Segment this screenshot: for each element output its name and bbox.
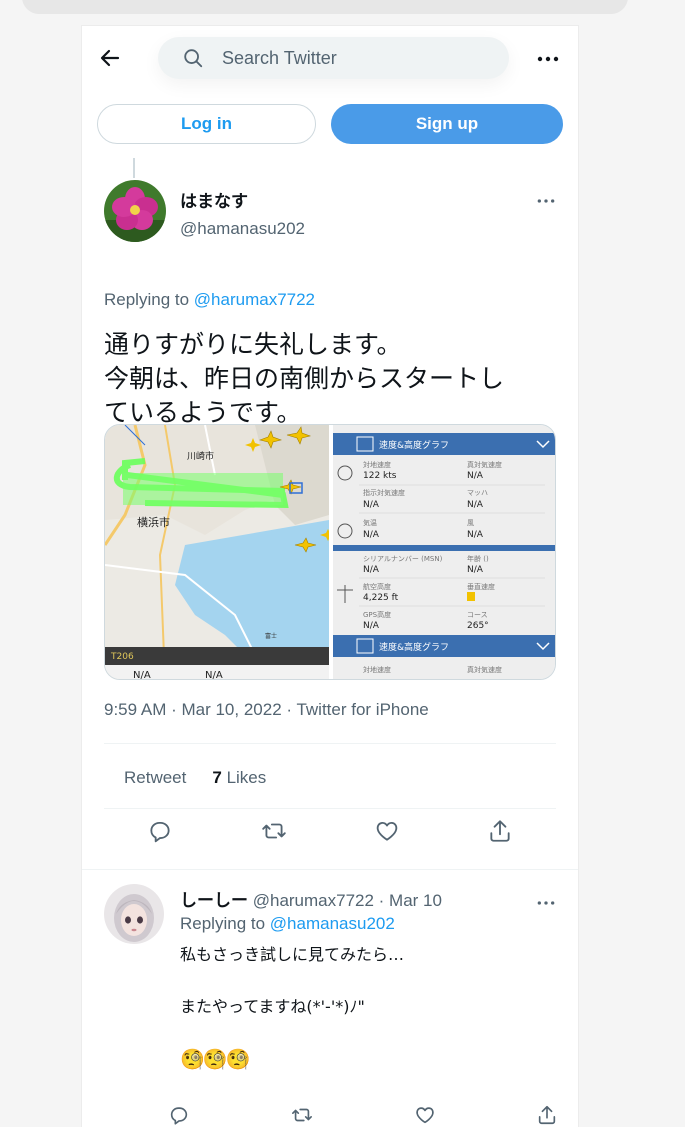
author-info[interactable]: はまなす @hamanasu202 <box>180 187 305 239</box>
map-na-1: N/A <box>133 670 151 680</box>
map-label-fuji: 富士 <box>265 632 277 640</box>
reply-text-body: 私もさっき試しに見てみたら… またやってますね(*'-'*)ﾉ" <box>180 945 405 1016</box>
heart-icon[interactable] <box>374 818 400 844</box>
top-nav <box>82 26 578 92</box>
share-icon[interactable] <box>536 1104 558 1126</box>
panel-value: N/A <box>363 565 380 575</box>
tweet-media[interactable]: 川崎市 横浜市 富士 T206 N/A N/A 速度&高度グラフ 対地速度 真対… <box>104 424 556 680</box>
replying-prefix: Replying to <box>180 914 266 933</box>
media-image: 川崎市 横浜市 富士 T206 N/A N/A 速度&高度グラフ 対地速度 真対… <box>105 425 555 680</box>
replying-prefix: Replying to <box>104 290 190 309</box>
panel-value: N/A <box>363 621 380 631</box>
panel-label: 航空高度 <box>363 582 391 591</box>
panel-section-title-2: 速度&高度グラフ <box>379 641 449 653</box>
author-name[interactable]: はまなす <box>180 187 305 212</box>
panel-value: 122 kts <box>363 471 397 481</box>
map-na-2: N/A <box>205 670 223 680</box>
replying-to-link[interactable]: @harumax7722 <box>194 290 315 309</box>
search-icon <box>184 49 203 68</box>
replying-to: Replying to @harumax7722 <box>104 290 315 310</box>
panel-label: マッハ <box>467 489 488 497</box>
panel-value: N/A <box>363 500 380 510</box>
panel-value: 4,225 ft <box>363 593 399 603</box>
search-box[interactable] <box>158 37 509 79</box>
reply-tweet[interactable]: しーしー @harumax7722 · Mar 10 Replying to @… <box>104 884 556 1125</box>
auth-buttons: Log in Sign up <box>97 104 563 144</box>
likes-count: 7 <box>212 768 222 787</box>
heart-icon[interactable] <box>414 1104 436 1126</box>
panel-value: N/A <box>467 530 484 540</box>
retweet-icon[interactable] <box>290 1104 314 1126</box>
reply-author-name[interactable]: しーしー <box>180 891 248 910</box>
panel-label: コース <box>467 611 488 619</box>
panel-label: 対地速度 <box>363 460 391 469</box>
divider <box>104 808 556 809</box>
more-icon[interactable] <box>536 196 556 206</box>
author-handle[interactable]: @hamanasu202 <box>180 219 305 239</box>
reply-icon[interactable] <box>147 818 173 844</box>
divider <box>104 743 556 744</box>
panel-label: GPS高度 <box>363 610 391 619</box>
tweet-text: 通りすがりに失礼します。 今朝は、昨日の南側からスタートし ているようです。 <box>104 330 505 427</box>
panel-value: N/A <box>467 500 484 510</box>
thread-connector <box>133 158 135 178</box>
tweet-actions <box>104 818 556 844</box>
panel-label: 真対気速度 <box>467 460 502 469</box>
map-label-kawasaki: 川崎市 <box>187 450 214 462</box>
reply-icon[interactable] <box>168 1104 190 1126</box>
panel-value: N/A <box>467 565 484 575</box>
tweet-stats: Retweet 7 Likes <box>124 768 266 788</box>
panel-label: 真対気速度 <box>467 665 502 674</box>
tweet-page: Log in Sign up はまなす @hamanasu202 <box>82 26 578 1127</box>
panel-label: 風 <box>467 519 474 527</box>
tweet-timestamp[interactable]: 9:59 AM · Mar 10, 2022 · Twitter for iPh… <box>104 700 429 720</box>
panel-label: 指示対気速度 <box>363 488 405 497</box>
retweet-icon[interactable] <box>260 818 288 844</box>
panel-label: 垂直速度 <box>467 582 495 591</box>
reply-emoji: 🧐🧐🧐 <box>180 1047 251 1071</box>
panel-value: 265° <box>467 621 489 631</box>
share-icon[interactable] <box>487 818 513 844</box>
reply-header[interactable]: しーしー @harumax7722 · Mar 10 <box>180 886 442 911</box>
likes-stat[interactable]: 7 Likes <box>212 768 266 788</box>
retweet-stat[interactable]: Retweet <box>124 768 186 788</box>
reply-text: 私もさっき試しに見てみたら… またやってますね(*'-'*)ﾉ" 🧐🧐🧐 <box>180 942 550 1074</box>
arrow-left-icon[interactable] <box>98 46 122 70</box>
login-button[interactable]: Log in <box>97 104 316 144</box>
divider <box>82 869 578 870</box>
panel-label: 対地速度 <box>363 665 391 674</box>
more-icon[interactable] <box>536 898 556 908</box>
panel-value: N/A <box>363 530 380 540</box>
replying-to-link[interactable]: @hamanasu202 <box>270 914 395 933</box>
avatar[interactable] <box>104 884 164 944</box>
panel-value: N/A <box>467 471 484 481</box>
panel-section-title: 速度&高度グラフ <box>379 439 449 451</box>
search-input[interactable] <box>222 47 482 69</box>
avatar[interactable] <box>104 180 166 242</box>
panel-label: 気温 <box>363 518 377 527</box>
likes-label: Likes <box>226 768 267 787</box>
panel-label: 年齢 () <box>467 554 489 563</box>
browser-address-bar <box>22 0 628 14</box>
map-label-yokohama: 横浜市 <box>137 515 170 529</box>
reply-meta[interactable]: @harumax7722 · Mar 10 <box>253 891 442 910</box>
more-icon[interactable] <box>536 51 560 67</box>
panel-label: シリアルナンバー (MSN) <box>363 555 443 563</box>
map-route-label: T206 <box>110 652 134 662</box>
signup-button[interactable]: Sign up <box>331 104 563 144</box>
main-tweet: はまなす @hamanasu202 Replying to @harumax77… <box>104 180 556 843</box>
replying-to: Replying to @hamanasu202 <box>180 914 395 934</box>
reply-actions <box>168 1104 558 1126</box>
